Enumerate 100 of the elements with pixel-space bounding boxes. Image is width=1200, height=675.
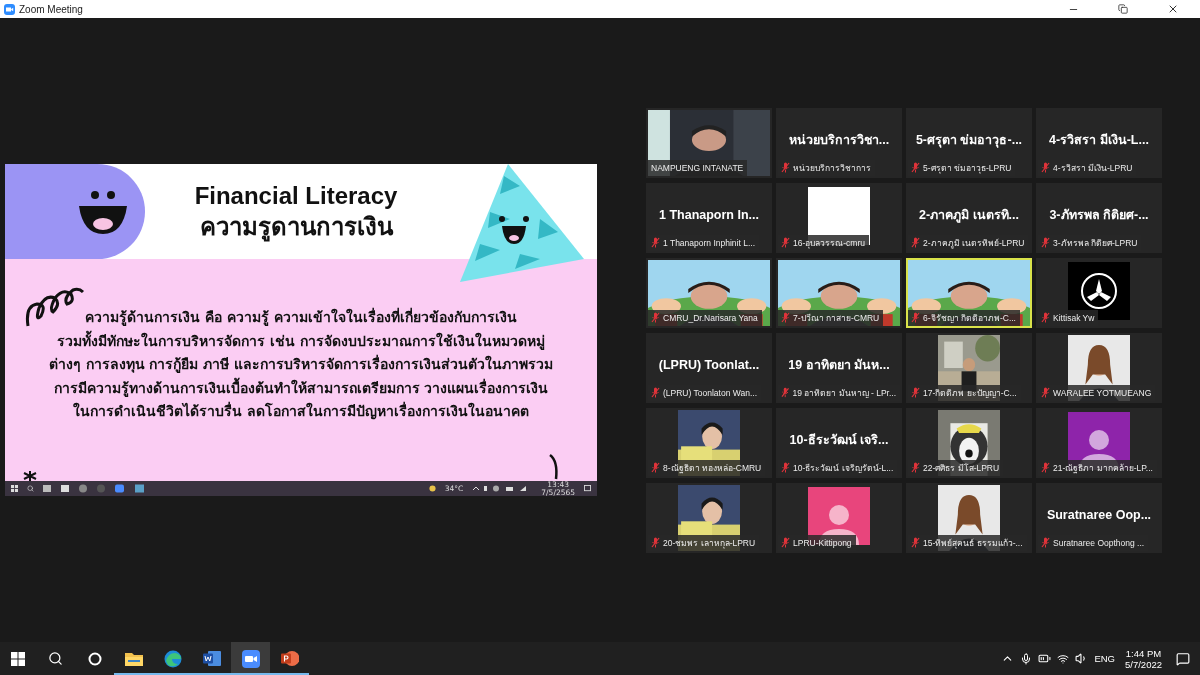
participant-name: 2-ภาคภูมิ เนตรทิ... bbox=[919, 206, 1019, 225]
muted-mic-icon bbox=[781, 312, 790, 323]
sparkle-drawing bbox=[23, 471, 37, 481]
battery-icon[interactable] bbox=[1038, 652, 1052, 665]
participant-tile[interactable]: 22-ศศิธร มีโส-LPRU bbox=[906, 407, 1032, 478]
muted-mic-icon bbox=[651, 387, 660, 398]
participant-name: 10-ธีระวัฒน์ เจริ... bbox=[789, 431, 889, 449]
participant-label-text: 19 อาทิตยา มันหาญ - LPr... bbox=[792, 386, 896, 400]
participant-name: 3-ภัทรพล กิติยศ-... bbox=[1049, 206, 1149, 224]
muted-mic-icon bbox=[781, 237, 790, 248]
folder-icon bbox=[124, 651, 143, 666]
participant-label-text: CMRU_Dr.Narisara Yana bbox=[663, 312, 758, 323]
edge-icon bbox=[163, 649, 182, 668]
participant-name: Suratnaree Oop... bbox=[1046, 507, 1152, 522]
participant-tile[interactable]: 1 Thanaporn In... 1 Thanaporn Inphinit L... bbox=[646, 182, 772, 253]
circle-icon bbox=[87, 651, 102, 666]
participant-name: 19 อาทิตยา มันห... bbox=[788, 356, 890, 374]
slide-text-line: การมีความรู้ทางด้านการเงินเบื้องต้นทำให้สามารถเตรียมการ วางแผนเรื่องการเงิน bbox=[53, 376, 549, 399]
participant-tile[interactable]: 10-ธีระวัฒน์ เจริ... 10-ธีระวัฒน์ เจริญรัตน์-L... bbox=[776, 407, 902, 478]
participant-tile[interactable]: 21-ณัฐธิภา มากคล้าย-LP... bbox=[1036, 407, 1162, 478]
participant-label-text: 17-กิตติภพ ยะปัญญา-C... bbox=[923, 386, 1017, 400]
slide-text-line: รวมทั้งมีทักษะในการบริหารจัดการ เช่น การจัดงบประมาณการใช้เงินในหมวดหมู่ bbox=[57, 329, 545, 352]
participant-tile[interactable]: 5-ศรุตา ข่มอาวุธ-... 5-ศรุตา ข่มอาวุธ-LPRU bbox=[906, 107, 1032, 178]
app-logo-icon bbox=[4, 3, 15, 15]
participant-label-text: 1 Thanaporn Inphinit L... bbox=[663, 237, 755, 248]
muted-mic-icon bbox=[651, 537, 660, 548]
participant-tile[interactable]: 19 อาทิตยา มันห... 19 อาทิตยา มันหาญ - LPr... bbox=[776, 332, 902, 403]
slide-title: Financial Literacy bbox=[194, 180, 398, 211]
participant-name: (LPRU) Toonlat... bbox=[658, 357, 760, 372]
participant-label-text: LPRU-Kittipong bbox=[793, 537, 852, 548]
participant-tile[interactable]: หน่วยบริการวิชา... หน่วยบริการวิชาการ bbox=[776, 107, 902, 178]
muted-mic-icon bbox=[781, 387, 790, 398]
participant-label-text: (LPRU) Toonlaton Wan... bbox=[663, 387, 757, 398]
participant-tile[interactable]: Suratnaree Oop... Suratnaree Oopthong ... bbox=[1036, 482, 1162, 553]
participant-tile[interactable]: 15-ทิพย์สุคนธ์ ธรรมแก้ว-... bbox=[906, 482, 1032, 553]
participant-label-text: 8-ณัฐธิดา ทองหล่อ-CMRU bbox=[663, 461, 762, 475]
wifi-icon[interactable] bbox=[1057, 652, 1070, 665]
participant-label-text: 4-รวิสรา มีเงิน-LPRU bbox=[1053, 161, 1133, 175]
window-title: Zoom Meeting bbox=[19, 3, 84, 15]
muted-mic-icon bbox=[911, 237, 920, 248]
slide-subtitle: ความรูดานการเงิน bbox=[199, 211, 393, 243]
participant-tile[interactable]: 8-ณัฐธิดา ทองหล่อ-CMRU bbox=[646, 407, 772, 478]
participant-tile[interactable]: 16-อุบลวรรณ-cmru bbox=[776, 182, 902, 253]
muted-mic-icon bbox=[651, 312, 660, 323]
muted-mic-icon bbox=[911, 162, 920, 173]
muted-mic-icon bbox=[1041, 462, 1050, 473]
windows-logo-icon bbox=[11, 651, 25, 666]
search-icon bbox=[48, 651, 63, 666]
presentation-icon bbox=[280, 650, 299, 667]
word-document-icon bbox=[202, 650, 221, 667]
participant-label-text: 20-ชมพร เลาหกุล-LPRU bbox=[663, 536, 756, 550]
participant-tile[interactable]: CMRU_Dr.Narisara Yana bbox=[646, 257, 772, 328]
muted-mic-icon bbox=[911, 312, 920, 323]
muted-mic-icon bbox=[911, 387, 920, 398]
participant-tile[interactable]: 17-กิตติภพ ยะปัญญา-C... bbox=[906, 332, 1032, 403]
logo-icon bbox=[1079, 270, 1119, 311]
microphone-icon[interactable] bbox=[1020, 652, 1033, 665]
participant-tile[interactable]: 2-ภาคภูมิ เนตรทิ... 2-ภาคภูมิ เนตรทิพย์-LPRU bbox=[906, 182, 1032, 253]
search-icon bbox=[27, 485, 34, 492]
muted-mic-icon bbox=[651, 237, 660, 248]
muted-mic-icon bbox=[781, 462, 790, 473]
muted-mic-icon bbox=[1041, 387, 1050, 398]
clock-date: 5/7/2022 bbox=[1125, 658, 1162, 670]
participant-label-text: 21-ณัฐธิภา มากคล้าย-LP... bbox=[1053, 461, 1153, 475]
slide-text-line: ในการดำเนินชีวิตได้ราบรื่น ลดโอกาสในการมีปัญหาเรื่องการเงินในอนาคต bbox=[73, 400, 529, 422]
participant-tile[interactable]: Kittisak Yw bbox=[1036, 257, 1162, 328]
participant-tile[interactable]: NAMPUENG INTANATE bbox=[646, 107, 772, 178]
participant-label-text: 10-ธีระวัฒน์ เจริญรัตน์-L... bbox=[793, 461, 894, 475]
slide-text-line: ความรู้ด้านการเงิน คือ ความรู้ ความเข้าใจในเรื่องที่เกี่ยวข้องกับการเงิน bbox=[85, 306, 517, 328]
restore-icon bbox=[1118, 4, 1128, 14]
notification-icon bbox=[584, 485, 591, 492]
participant-tile[interactable]: 6-จิรัชญา กิตติอาภพ-C... bbox=[906, 257, 1032, 328]
muted-mic-icon bbox=[1041, 312, 1050, 323]
participant-name: 5-ศรุตา ข่มอาวุธ-... bbox=[915, 131, 1023, 150]
muted-mic-icon bbox=[781, 162, 790, 173]
participant-tile[interactable]: 20-ชมพร เลาหกุล-LPRU bbox=[646, 482, 772, 553]
participant-tile[interactable]: 7-ปวีณา กาสาย-CMRU bbox=[776, 257, 902, 328]
participant-tile[interactable]: (LPRU) Toonlat... (LPRU) Toonlaton Wan... bbox=[646, 332, 772, 403]
muted-mic-icon bbox=[911, 462, 920, 473]
taskbar-app-button[interactable] bbox=[231, 642, 270, 675]
muted-mic-icon bbox=[1041, 537, 1050, 548]
participant-label-text: 16-อุบลวรรณ-cmru bbox=[793, 236, 865, 250]
participant-label-text: NAMPUENG INTANATE bbox=[651, 162, 744, 173]
participant-label-text: 6-จิรัชญา กิตติอาภพ-C... bbox=[923, 311, 1016, 325]
windows-logo-icon bbox=[11, 485, 18, 492]
participant-tile[interactable]: WARALEE YOTMUEANG bbox=[1036, 332, 1162, 403]
participant-label-text: 5-ศรุตา ข่มอาวุธ-LPRU bbox=[923, 161, 1012, 175]
participant-tile[interactable]: 3-ภัทรพล กิติยศ-... 3-ภัทรพล กิติยศ-LPRU bbox=[1036, 182, 1162, 253]
participant-tile[interactable]: 4-รวิสรา มีเงิน-L... 4-รวิสรา มีเงิน-LPRU bbox=[1036, 107, 1162, 178]
notification-icon[interactable] bbox=[1176, 651, 1190, 666]
slide-text-line: ต่างๆ การลงทุน การกู้ยืม ภาษี และการบริหารจัดการเรื่องการเงินส่วนตัวในภาพรวม bbox=[48, 353, 554, 375]
participant-label-text: 7-ปวีณา กาสาย-CMRU bbox=[793, 311, 880, 325]
participant-label-text: 3-ภัทรพล กิติยศ-LPRU bbox=[1053, 236, 1138, 250]
muted-mic-icon bbox=[1041, 237, 1050, 248]
language-indicator[interactable]: ENG bbox=[1094, 653, 1115, 664]
participant-label-text: Kittisak Yw bbox=[1053, 312, 1095, 323]
participant-tile[interactable]: LPRU-Kittipong bbox=[776, 482, 902, 553]
participant-name: หน่วยบริการวิชา... bbox=[788, 131, 890, 149]
close-icon bbox=[1167, 3, 1179, 15]
participant-label-text: 2-ภาคภูมิ เนตรทิพย์-LPRU bbox=[923, 236, 1025, 250]
